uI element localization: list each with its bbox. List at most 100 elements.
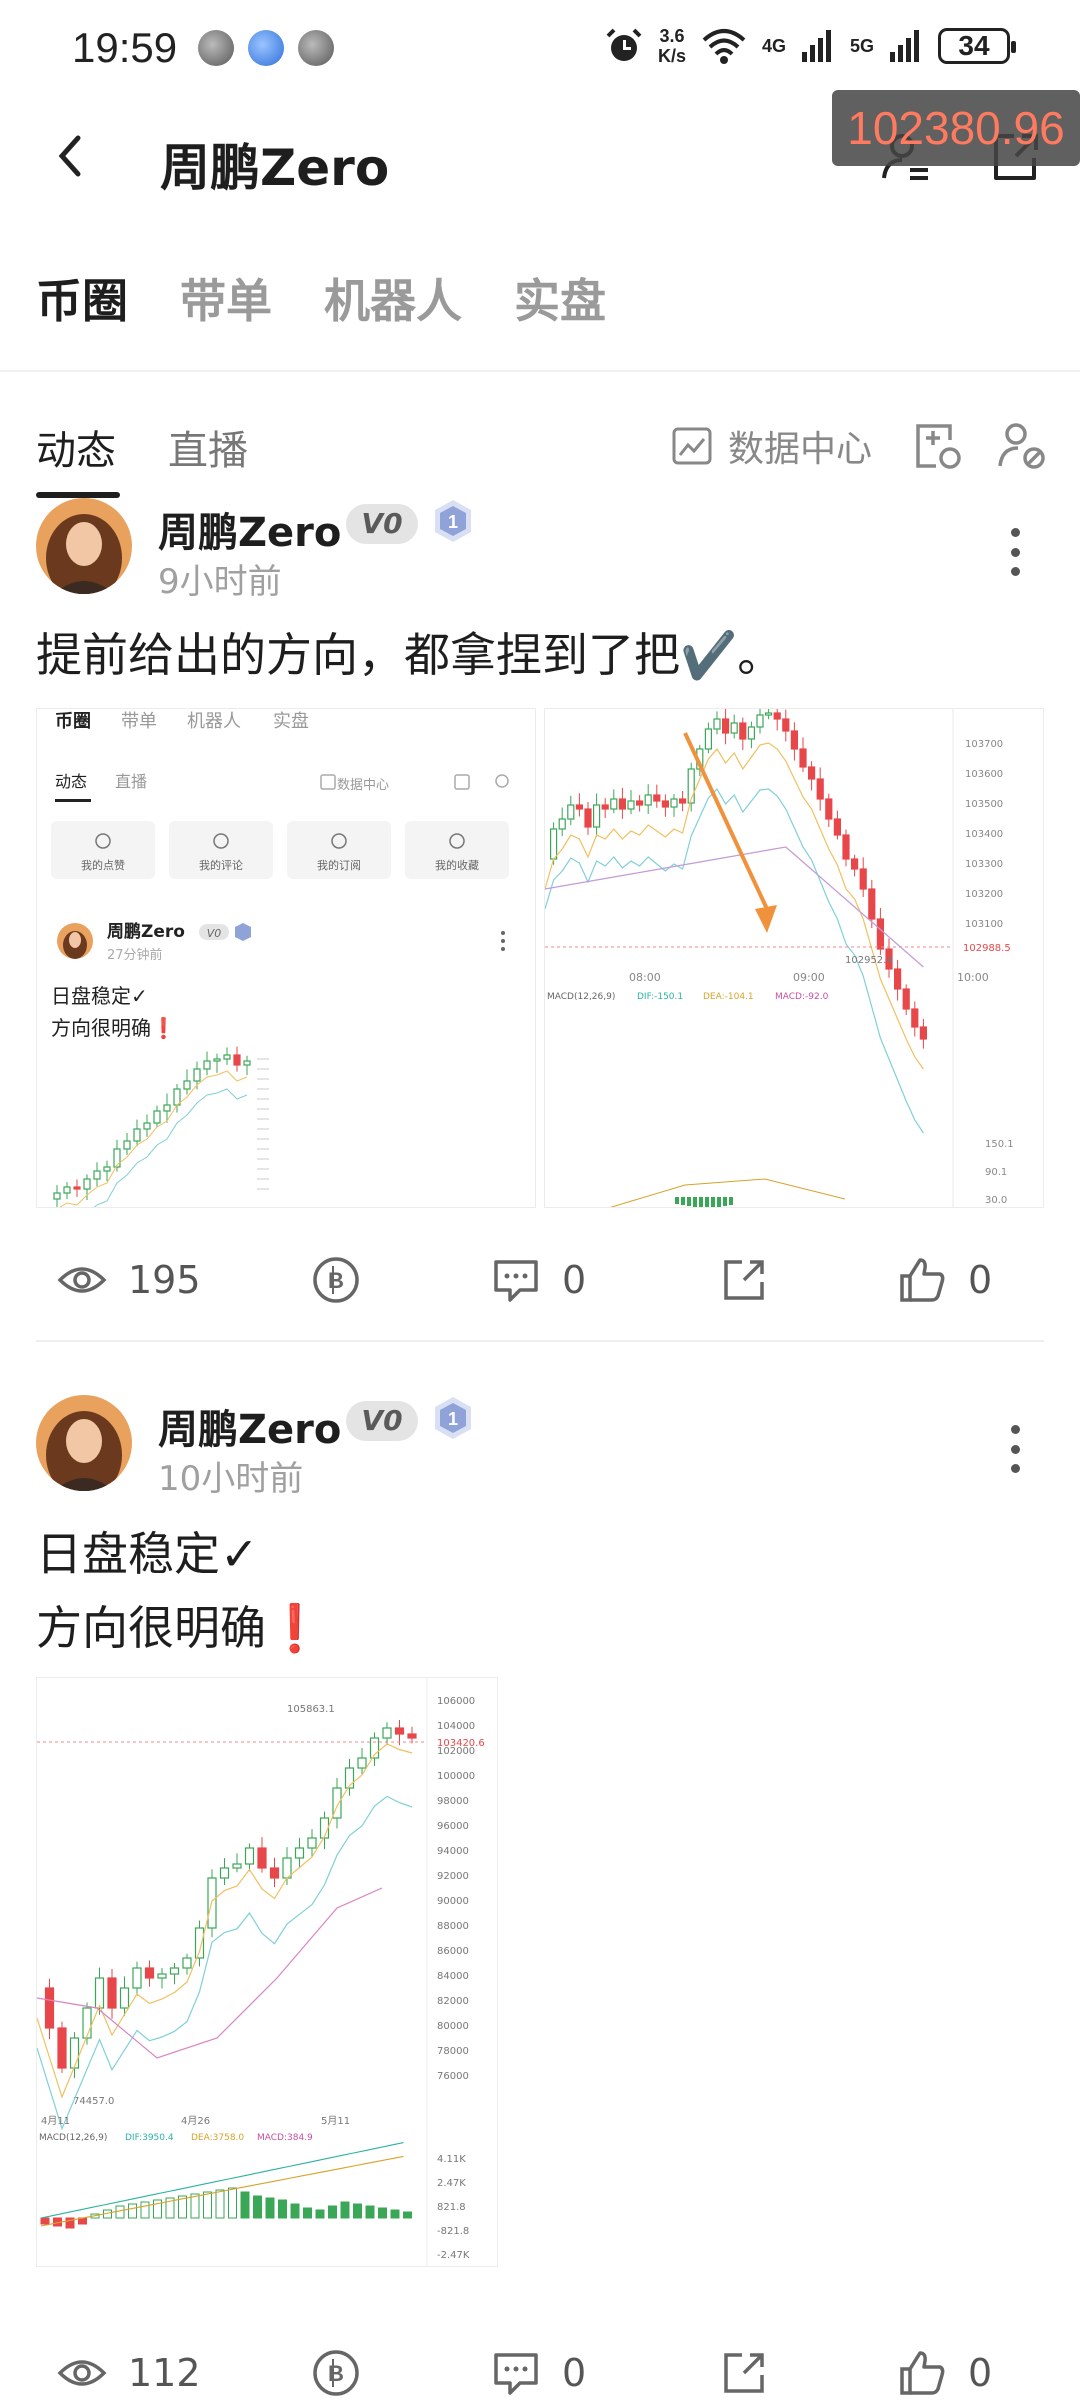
network-type-1: 4G [761,35,786,56]
macd-label: MACD(12,26,9) [547,992,615,1002]
comment-button[interactable]: 0 [490,1254,586,1306]
trend-arrow-line [683,732,769,910]
views-counter: 195 [56,1254,201,1306]
post-author[interactable]: 周鹏Zero [158,1397,341,1455]
tab-copy-trading[interactable]: 带单 [180,265,272,331]
chart1-candle [704,728,712,750]
svg-text:方向很明确❗: 方向很明确❗ [51,1016,176,1040]
macd-bar [253,2195,262,2219]
add-post-icon[interactable] [910,418,966,474]
price-tick-label: 103400 [965,829,1003,840]
user-settings-icon[interactable] [994,418,1050,474]
post-image-chart[interactable]: 103700 103600 103500 103400 103300 103200 1031… [544,708,1044,1208]
avatar-image [36,498,132,594]
like-count: 0 [968,2351,993,2395]
post-author[interactable]: 周鹏Zero [158,500,341,558]
macd-bar [723,1197,727,1206]
time-tick-label: 08:00 [629,971,661,984]
chart2-candle [382,1727,392,1739]
macd-tick-label: 90.1 [985,1167,1007,1178]
svg-text:周鹏Zero: 周鹏Zero [107,921,185,942]
price-tick-label: 106000 [437,1696,475,1707]
comment-button[interactable]: 0 [490,2347,586,2399]
price-tick-label: 94000 [437,1846,469,1857]
macd-tick-label: 821.8 [437,2202,466,2213]
chart1-candle [670,798,678,808]
share-post-button[interactable] [718,2347,770,2399]
macd-bar [128,2203,137,2219]
macd-dea: DEA:3758.0 [191,2133,244,2143]
macd-bar [265,2197,275,2219]
coin-icon: B [313,2350,359,2396]
avatar[interactable] [36,1395,132,1491]
back-button[interactable] [44,128,100,184]
mini-candle [113,1148,121,1168]
macd-bar [240,2191,250,2219]
macd-bar [403,2211,412,2219]
svg-text:实盘: 实盘 [273,711,309,732]
chart1-candle [894,968,902,990]
data-center-button[interactable]: 数据中心 [670,420,872,472]
svg-text:动态: 动态 [55,772,87,791]
tab-feed[interactable]: 动态 [36,418,116,476]
svg-text:27分钟前: 27分钟前 [107,947,163,963]
macd-bar [353,2203,362,2219]
mini-candle [183,1080,191,1090]
tip-button[interactable]: B [310,1254,362,1306]
mini-candle [243,1060,251,1066]
post-image-chart[interactable]: 106000 104000 102000 100000 98000 96000 94000 9… [36,1677,498,2267]
price-tick-label: 103100 [965,919,1003,930]
post-image-screenshot[interactable]: 币圈 带单 机器人 实盘 动态 直播 数据中心 我的点赞 我的评论 我的订阅 我的收藏… [36,708,536,1208]
chart1-candle [919,1026,927,1040]
macd-value: MACD:-92.0 [775,992,829,1002]
signal-icon [801,30,831,62]
chart2-candle [307,1837,317,1849]
chart1-candle [644,794,652,806]
macd-bar [699,1197,703,1207]
mini-candle [133,1128,141,1142]
more-options-button[interactable] [1000,522,1030,582]
mini-candle [53,1192,61,1200]
share-post-button[interactable] [718,1254,770,1306]
avatar[interactable] [36,498,132,594]
high-price-label: 105863.1 [287,1704,335,1715]
chart2-candle [144,1967,155,1979]
app-notification-icon [248,30,284,66]
tip-button[interactable]: B [310,2347,362,2399]
ma-line [37,1743,413,2099]
mini-candle [193,1068,201,1082]
chart2-candle [69,2037,80,2069]
section-divider [0,370,1080,372]
comment-count: 0 [562,2351,587,2395]
alarm-icon [606,28,642,61]
macd-value: MACD:384.9 [257,2133,313,2143]
tab-live[interactable]: 直播 [168,418,248,476]
low-price-label: 74457.0 [73,2096,114,2107]
chart1-candle [773,712,781,720]
macd-bar [290,2203,300,2219]
like-button[interactable]: 0 [896,1254,992,1306]
like-button[interactable]: 0 [896,2347,992,2399]
net-speed: 3.6 K/s [657,26,686,66]
signal-icon [890,30,919,62]
post-content: 日盘稳定✓ 方向很明确❗ [36,1527,324,1655]
share-icon [724,1260,764,1300]
price-tick-label: 103700 [965,739,1003,750]
trend-arrow-head [755,905,777,933]
date-tick-label: 5月11 [321,2115,350,2127]
eye-icon [57,2360,107,2386]
chart1-candle [808,766,816,780]
tab-live-trading[interactable]: 实盘 [514,265,606,331]
more-options-button[interactable] [1000,1419,1030,1479]
mini-candle [203,1060,211,1070]
mini-candle [213,1058,221,1062]
low-price-label: 102952.4 [845,955,893,966]
tab-robot[interactable]: 机器人 [324,265,462,331]
chart1-candle [618,798,627,810]
avatar-image [36,1395,132,1491]
vip-badge: V0 [346,1401,418,1441]
price-tick-label: 103600 [965,769,1003,780]
chart2-candle [407,1733,417,1739]
chart2-candle [294,1847,305,1859]
tab-coin-circle[interactable]: 币圈 [36,265,128,331]
